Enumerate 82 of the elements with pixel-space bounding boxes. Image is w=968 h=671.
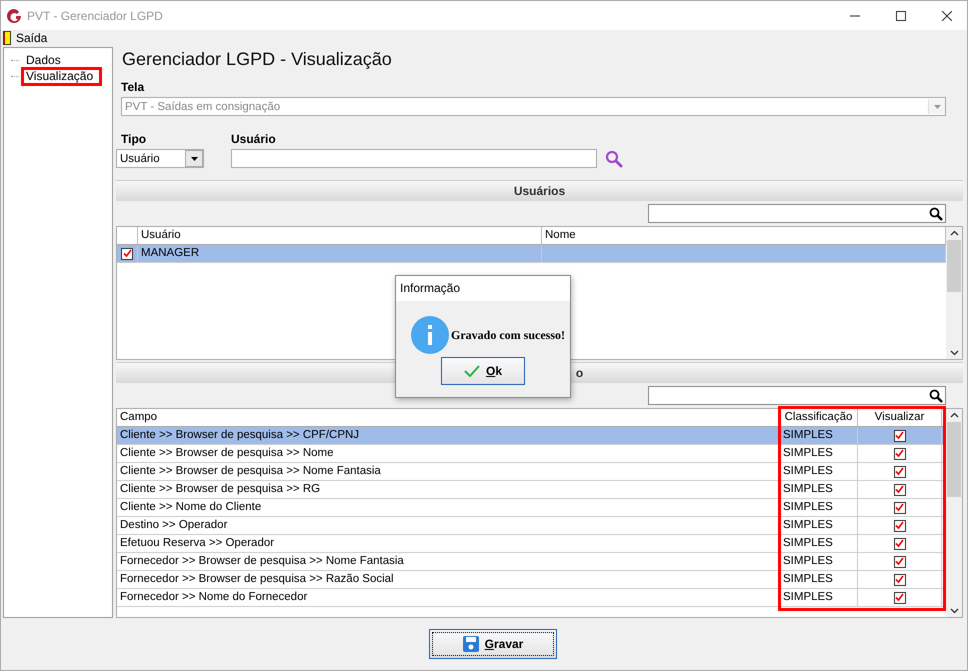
search-field[interactable] <box>648 386 946 405</box>
table-cell: SIMPLES <box>780 535 858 552</box>
checkbox[interactable] <box>894 556 906 568</box>
table-cell: SIMPLES <box>780 445 858 462</box>
save-button[interactable]: Gravar <box>429 629 557 659</box>
table-row[interactable]: Cliente >> Browser de pesquisa >> CPF/CPNJ SIMPLES <box>117 427 946 445</box>
maximize-icon[interactable] <box>896 10 906 20</box>
table-cell: Cliente >> Browser de pesquisa >> RG <box>117 481 780 498</box>
search-icon <box>929 388 943 402</box>
table-cell: Cliente >> Browser de pesquisa >> Nome Fantasia <box>117 463 780 480</box>
checkbox[interactable] <box>894 466 906 478</box>
table-cell: Cliente >> Browser de pesquisa >> CPF/CPNJ <box>117 427 780 444</box>
table-cell: Fornecedor >> Browser de pesquisa >> Razão Social <box>117 571 780 588</box>
column-header[interactable]: Campo <box>117 409 780 426</box>
table-cell: Efetuou Reserva >> Operador <box>117 535 780 552</box>
type-dropdown[interactable]: Usuário <box>116 149 204 168</box>
section-header: Usuários <box>116 180 963 201</box>
dropdown-arrow-icon <box>190 156 198 160</box>
table-cell: SIMPLES <box>780 427 858 444</box>
table-cell: Destino >> Operador <box>117 517 780 534</box>
table-cell: SIMPLES <box>780 589 858 606</box>
ok-button[interactable]: Ok <box>441 357 525 385</box>
checkbox[interactable] <box>894 484 906 496</box>
checkbox[interactable] <box>894 574 906 586</box>
table-row[interactable]: Fornecedor >> Nome do Fornecedor SIMPLES <box>117 589 946 607</box>
table-cell: SIMPLES <box>780 463 858 480</box>
table-row[interactable]: Fornecedor >> Browser de pesquisa >> Nome Fantasia SIMPLES <box>117 553 946 571</box>
checkbox[interactable] <box>894 430 906 442</box>
table-cell: SIMPLES <box>780 517 858 534</box>
checkbox[interactable] <box>894 592 906 604</box>
window-title: PVT - Gerenciador LGPD <box>27 8 163 22</box>
field-label: Tela <box>121 80 146 94</box>
table-cell: Cliente >> Browser de pesquisa >> Nome <box>117 445 780 462</box>
door-icon <box>3 31 11 45</box>
table-row[interactable]: Efetuou Reserva >> Operador SIMPLES <box>117 535 946 553</box>
checkbox[interactable] <box>121 248 133 260</box>
search-field[interactable] <box>648 204 946 223</box>
page-heading: Gerenciador LGPD - Visualização <box>122 49 393 70</box>
column-header[interactable]: Usuário <box>138 227 542 244</box>
table-cell: SIMPLES <box>780 553 858 570</box>
column-header[interactable]: Visualizar <box>858 409 942 426</box>
section-header: o <box>576 366 584 380</box>
table-row[interactable]: Cliente >> Nome do Cliente SIMPLES <box>117 499 946 517</box>
table-cell: SIMPLES <box>780 571 858 588</box>
table-row[interactable]: Fornecedor >> Browser de pesquisa >> Razão Social SIMPLES <box>117 571 946 589</box>
table-cell: Cliente >> Nome do Cliente <box>117 499 780 516</box>
scrollbar[interactable] <box>946 227 962 359</box>
close-icon[interactable] <box>942 10 952 20</box>
scrollbar[interactable] <box>946 409 962 617</box>
user-input-field[interactable] <box>231 149 597 168</box>
field-label: Tipo <box>121 132 148 146</box>
dialog-message: Gravado com sucesso! <box>451 328 565 342</box>
table-cell: MANAGER <box>138 245 542 262</box>
tree-item[interactable]: Visualização <box>21 66 102 86</box>
search-icon[interactable] <box>605 150 623 168</box>
checkbox[interactable] <box>894 538 906 550</box>
app-logo-icon <box>6 8 22 24</box>
table-cell: Fornecedor >> Nome do Fornecedor <box>117 589 780 606</box>
table-cell: SIMPLES <box>780 481 858 498</box>
info-icon <box>411 316 449 354</box>
table-cell: Fornecedor >> Browser de pesquisa >> Nome Fantasia <box>117 553 780 570</box>
checkbox[interactable] <box>894 448 906 460</box>
table-row[interactable]: Cliente >> Browser de pesquisa >> Nome Fantasia SIMPLES <box>117 463 946 481</box>
scroll-up-icon[interactable] <box>950 412 958 418</box>
checkbox[interactable] <box>894 520 906 532</box>
scroll-down-icon[interactable] <box>950 608 958 614</box>
check-icon <box>464 365 480 377</box>
table-row[interactable]: MANAGER <box>117 245 946 263</box>
dialog-title: Informação <box>396 276 570 301</box>
dropdown-arrow-icon <box>934 104 940 108</box>
search-icon <box>929 206 943 220</box>
table-row[interactable]: Cliente >> Browser de pesquisa >> Nome SIMPLES <box>117 445 946 463</box>
checkbox[interactable] <box>894 502 906 514</box>
field-label: Usuário <box>231 132 277 146</box>
table-cell: SIMPLES <box>780 499 858 516</box>
table-row[interactable]: Destino >> Operador SIMPLES <box>117 517 946 535</box>
scroll-down-icon[interactable] <box>950 350 958 356</box>
column-header[interactable]: Classificação <box>780 409 858 426</box>
menu-item[interactable]: Saída <box>3 31 48 45</box>
table-row[interactable]: Cliente >> Browser de pesquisa >> RG SIMPLES <box>117 481 946 499</box>
tree-item[interactable]: Dados <box>21 50 66 70</box>
scroll-up-icon[interactable] <box>950 230 958 236</box>
